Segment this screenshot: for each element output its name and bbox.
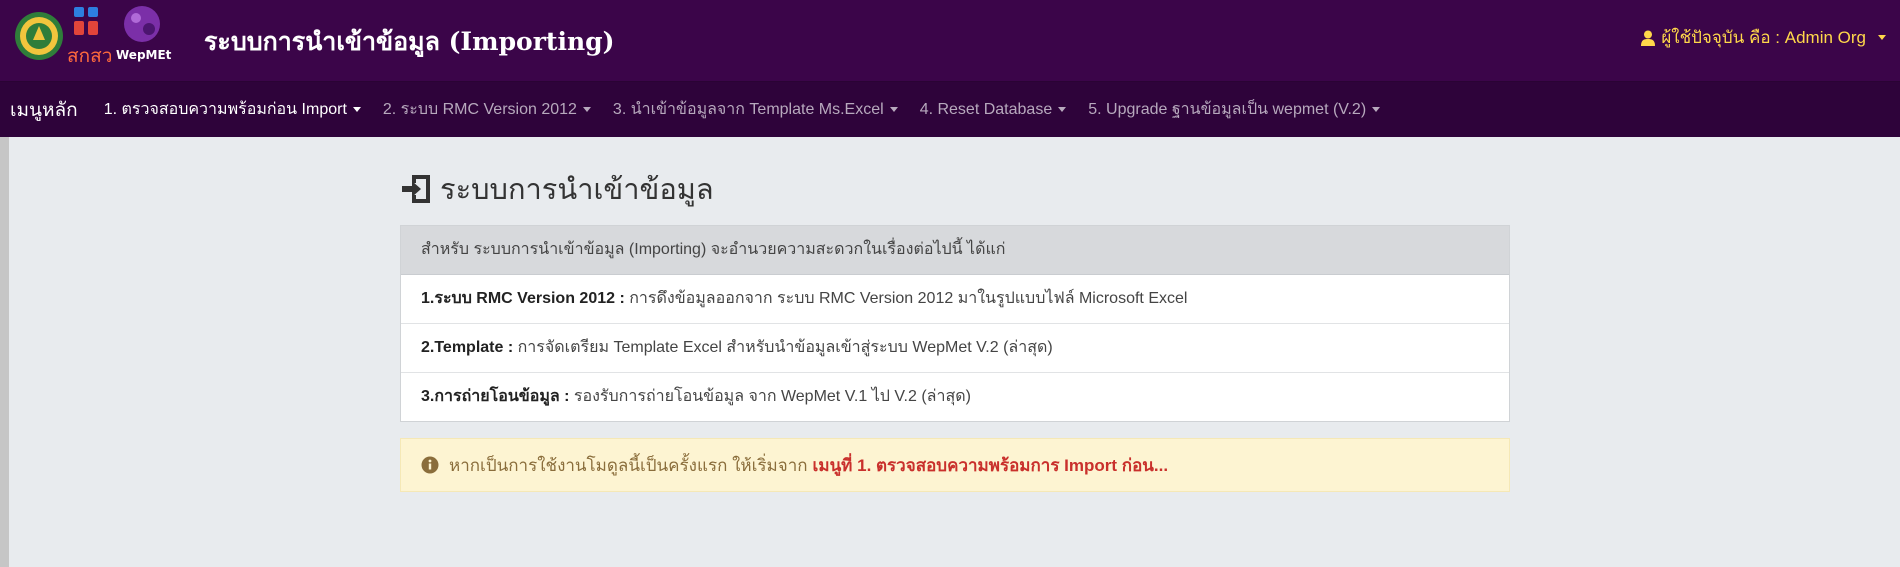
user-menu-label: ผู้ใช้ปัจจุบัน คือ : Admin Org: [1661, 28, 1866, 47]
wepmet-logo: WepMEt: [116, 6, 172, 62]
main-navbar: เมนูหลัก 1. ตรวจสอบความพร้อมก่อน Import …: [0, 82, 1900, 137]
user-icon: [1641, 30, 1656, 46]
nav-item-rmc-2012[interactable]: 2. ระบบ RMC Version 2012: [383, 97, 591, 122]
nav-item-import-template[interactable]: 3. นำเข้าข้อมูลจาก Template Ms.Excel: [613, 97, 898, 122]
chevron-down-icon: [1372, 107, 1381, 112]
page-title: ระบบการนำเข้าข้อมูล: [440, 174, 714, 206]
alert-text: หากเป็นการใช้งานโมดูลนี้เป็นครั้งแรก ให้…: [449, 455, 808, 475]
nav-item-import-readiness[interactable]: 1. ตรวจสอบความพร้อมก่อน Import: [104, 97, 361, 122]
list-item: 1.ระบบ RMC Version 2012 : การดึงข้อมูลออ…: [401, 275, 1509, 324]
main-content: ระบบการนำเข้าข้อมูล สำหรับ ระบบการนำเข้า…: [400, 137, 1510, 492]
chevron-down-icon: [582, 107, 591, 112]
tsri-logo-text: สกสว: [67, 45, 112, 67]
panel-header: สำหรับ ระบบการนำเข้าข้อมูล (Importing) จ…: [401, 226, 1509, 275]
list-item: 3.การถ่ายโอนข้อมูล : รองรับการถ่ายโอนข้อ…: [401, 373, 1509, 421]
logo-group: สกสว WepMEt: [15, 6, 172, 67]
list-item-text: การดึงข้อมูลออกจาก ระบบ RMC Version 2012…: [624, 290, 1188, 307]
list-item-title: 2.Template :: [421, 339, 514, 356]
list-item-text: การจัดเตรียม Template Excel สำหรับนำข้อม…: [513, 339, 1053, 356]
list-item-title: 3.การถ่ายโอนข้อมูล :: [421, 388, 570, 405]
top-header: สกสว WepMEt ระบบการนำเข้าข้อมูล (Importi…: [0, 0, 1900, 82]
nav-item-label: 2. ระบบ RMC Version 2012: [382, 101, 577, 118]
nav-item-upgrade-database[interactable]: 5. Upgrade ฐานข้อมูลเป็น wepmet (V.2): [1088, 97, 1381, 122]
chevron-down-icon: [1058, 107, 1067, 112]
tsri-logo: สกสว: [67, 7, 112, 67]
nav-item-label: 4. Reset Database: [919, 100, 1053, 118]
chevron-down-icon: [1878, 35, 1886, 40]
chevron-down-icon: [352, 107, 361, 112]
nav-item-label: 5. Upgrade ฐานข้อมูลเป็น wepmet (V.2): [1088, 101, 1367, 118]
nav-item-label: 1. ตรวจสอบความพร้อมก่อน Import: [103, 101, 347, 118]
alert-emphasis: เมนูที่ 1. ตรวจสอบความพร้อมการ Import ก่…: [812, 455, 1169, 475]
list-item-text: รองรับการถ่ายโอนข้อมูล จาก WepMet V.1 ไป…: [569, 388, 971, 405]
university-seal-logo: [15, 12, 63, 60]
app-title: ระบบการนำเข้าข้อมูล (Importing): [204, 27, 615, 56]
user-menu[interactable]: ผู้ใช้ปัจจุบัน คือ : Admin Org: [1641, 24, 1886, 51]
left-sidebar-strip: [0, 137, 9, 567]
list-item: 2.Template : การจัดเตรียม Template Excel…: [401, 324, 1509, 373]
wepmet-logo-text: WepMEt: [116, 48, 172, 62]
nav-brand[interactable]: เมนูหลัก: [10, 95, 78, 125]
chevron-down-icon: [889, 107, 898, 112]
sign-in-icon: [402, 175, 430, 203]
nav-item-label: 3. นำเข้าข้อมูลจาก Template Ms.Excel: [612, 101, 884, 118]
info-alert: หากเป็นการใช้งานโมดูลนี้เป็นครั้งแรก ให้…: [400, 438, 1510, 492]
info-circle-icon: [421, 456, 439, 474]
list-item-title: 1.ระบบ RMC Version 2012 :: [421, 290, 625, 307]
page-heading: ระบบการนำเข้าข้อมูล: [400, 171, 1510, 207]
features-panel: สำหรับ ระบบการนำเข้าข้อมูล (Importing) จ…: [400, 225, 1510, 422]
nav-item-reset-database[interactable]: 4. Reset Database: [920, 101, 1067, 119]
